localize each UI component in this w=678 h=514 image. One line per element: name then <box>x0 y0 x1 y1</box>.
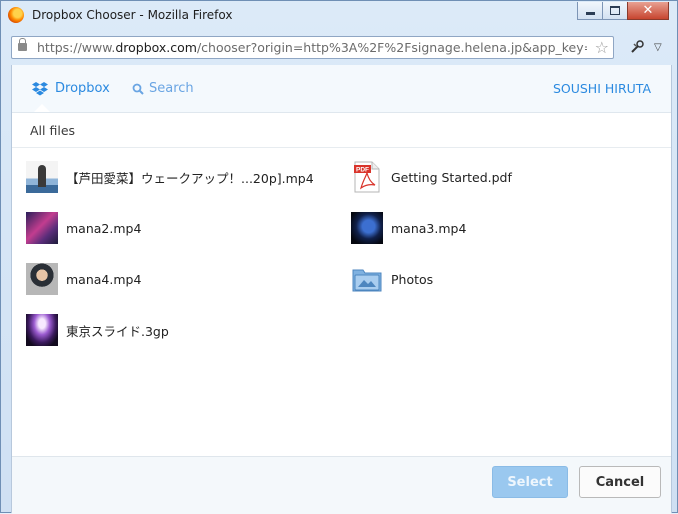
file-name: 【芦田愛菜】ウェークアップ！...20p].mp4 <box>66 170 314 186</box>
nav-dropbox-tab[interactable]: Dropbox <box>32 81 110 96</box>
nav-dropbox-label: Dropbox <box>55 81 110 96</box>
video-thumbnail <box>351 212 383 244</box>
search-icon <box>132 83 144 95</box>
video-thumbnail <box>26 314 58 346</box>
url-host: dropbox.com <box>115 40 197 55</box>
user-name[interactable]: SOUSHI HIRUTA <box>553 81 651 96</box>
url-bar[interactable]: https://www.dropbox.com/chooser?origin=h… <box>11 36 614 59</box>
chooser-navbar: Dropbox Search SOUSHI HIRUTA <box>12 65 671 113</box>
tools-icon[interactable] <box>630 40 644 54</box>
file-name: mana3.mp4 <box>391 220 467 236</box>
bookmark-star-icon[interactable]: ☆ <box>595 38 609 57</box>
url-text[interactable]: https://www.dropbox.com/chooser?origin=h… <box>37 40 587 55</box>
pdf-file-icon: PDF <box>354 161 380 193</box>
file-name: 東京スライド.3gp <box>66 323 169 339</box>
file-name: mana2.mp4 <box>66 220 142 236</box>
video-thumbnail <box>26 263 58 295</box>
firefox-logo-icon <box>8 7 24 23</box>
url-rest: /chooser?origin=http%3A%2F%2Fsignage.hel… <box>196 40 587 55</box>
file-item[interactable]: 東京スライド.3gp <box>26 314 169 346</box>
minimize-button[interactable] <box>577 2 603 20</box>
video-thumbnail <box>26 212 58 244</box>
file-item[interactable]: 【芦田愛菜】ウェークアップ！...20p].mp4 <box>26 161 314 193</box>
folder-item[interactable]: Photos <box>351 263 433 295</box>
chooser-panel: Dropbox Search SOUSHI HIRUTA All files 【… <box>11 65 672 514</box>
file-name: mana4.mp4 <box>66 271 142 287</box>
chooser-footer: Select Cancel <box>12 456 671 514</box>
chevron-down-icon[interactable]: ▽ <box>654 42 662 53</box>
firefox-window: Dropbox Chooser - Mozilla Firefox ✕ http… <box>0 0 678 514</box>
cancel-button[interactable]: Cancel <box>579 466 661 498</box>
folder-name: Photos <box>391 271 434 287</box>
file-item[interactable]: PDF Getting Started.pdf <box>351 161 512 193</box>
lock-icon[interactable] <box>18 38 27 51</box>
video-thumbnail <box>26 161 58 193</box>
photo-folder-icon <box>352 269 382 292</box>
divider <box>12 147 671 148</box>
window-title: Dropbox Chooser - Mozilla Firefox <box>32 8 233 22</box>
file-item[interactable]: mana3.mp4 <box>351 212 466 244</box>
active-tab-caret <box>33 103 51 112</box>
close-window-button[interactable]: ✕ <box>627 2 669 20</box>
window-controls: ✕ <box>577 2 669 20</box>
nav-search-label: Search <box>149 81 194 96</box>
close-icon: ✕ <box>642 3 654 18</box>
title-bar[interactable]: Dropbox Chooser - Mozilla Firefox ✕ <box>1 1 677 31</box>
nav-search-tab[interactable]: Search <box>132 81 194 96</box>
file-name: Getting Started.pdf <box>391 169 512 185</box>
dropbox-logo-icon <box>32 81 48 95</box>
file-item[interactable]: mana4.mp4 <box>26 263 141 295</box>
select-button[interactable]: Select <box>492 466 568 498</box>
maximize-button[interactable] <box>602 2 628 20</box>
file-item[interactable]: mana2.mp4 <box>26 212 141 244</box>
breadcrumb[interactable]: All files <box>30 123 75 138</box>
maximize-icon <box>610 6 620 15</box>
url-prefix: https://www. <box>37 40 116 55</box>
minimize-icon <box>585 12 595 15</box>
